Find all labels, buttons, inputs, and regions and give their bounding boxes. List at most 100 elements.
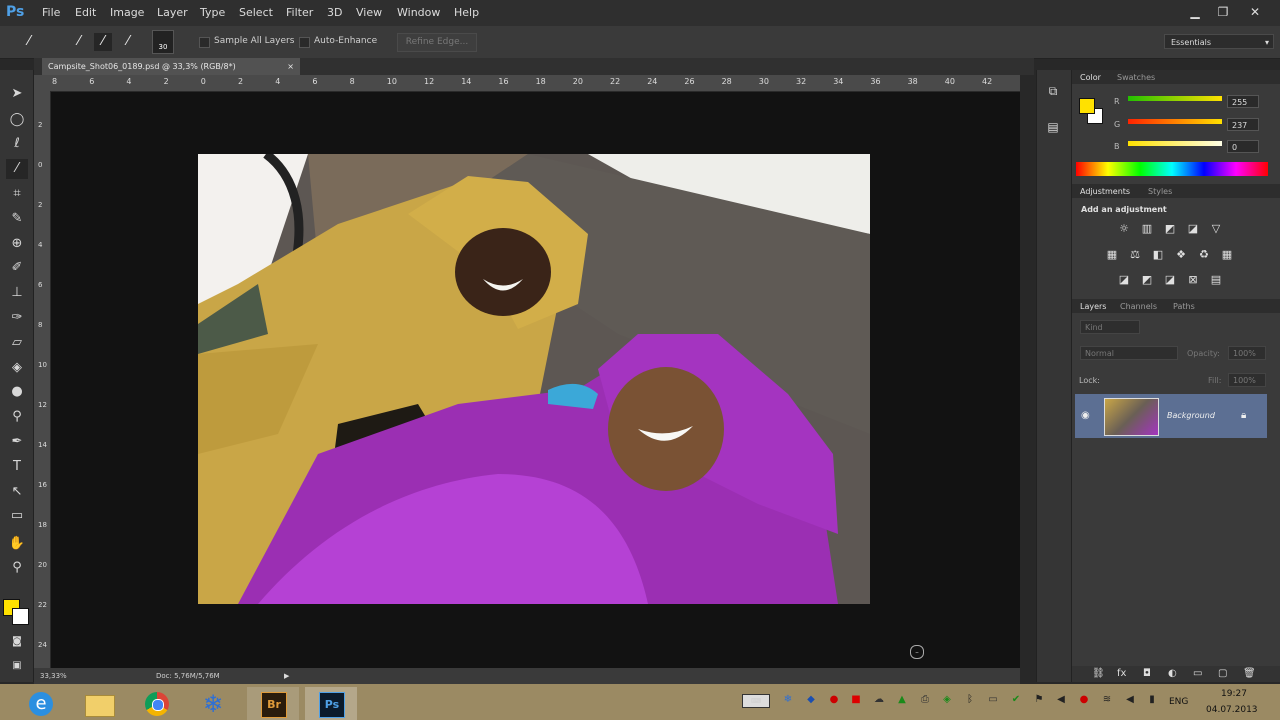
new-adjustment-icon[interactable]: ◐ [1168, 668, 1177, 679]
color-fg-swatch[interactable] [1079, 98, 1095, 114]
restore-icon[interactable]: ❐ [1212, 3, 1234, 21]
tray-green-icon[interactable]: ▲ [896, 694, 908, 706]
gradient-map-icon[interactable]: ▽ [1209, 223, 1223, 235]
exposure-icon[interactable]: ◪ [1186, 223, 1200, 235]
link-layers-icon[interactable]: ⛓ [1092, 668, 1105, 679]
refine-edge-button[interactable]: Refine Edge... [397, 33, 477, 52]
tray-snowflake-icon[interactable]: ❄ [782, 694, 794, 706]
color-spectrum-bar[interactable] [1076, 162, 1268, 176]
photo-filter-icon[interactable]: ❖ [1174, 249, 1188, 261]
hue-saturation-icon[interactable]: ▤ [1209, 274, 1223, 286]
blend-mode-select[interactable]: Normal [1080, 346, 1178, 360]
menu-image[interactable]: Image [110, 6, 144, 19]
quick-selection-tool-icon[interactable]: ⁄ [6, 159, 28, 179]
menu-filter[interactable]: Filter [286, 6, 313, 19]
tray-print-icon[interactable]: ⎙ [919, 694, 931, 706]
marquee-tool-icon[interactable]: ◯ [6, 110, 28, 130]
background-color-swatch[interactable] [12, 608, 29, 625]
levels-icon[interactable]: ▥ [1140, 223, 1154, 235]
sample-all-layers-checkbox[interactable] [199, 37, 210, 48]
g-value[interactable]: 237 [1227, 118, 1259, 131]
menu-select[interactable]: Select [239, 6, 273, 19]
posterize-icon[interactable]: ◩ [1140, 274, 1154, 286]
brightness-contrast-icon[interactable]: ☼ [1117, 223, 1131, 235]
new-selection-icon[interactable]: ⁄ [70, 33, 88, 51]
tab-color[interactable]: Color [1080, 73, 1101, 82]
opacity-input[interactable]: 100% [1228, 346, 1266, 360]
path-selection-icon[interactable]: ↖ [6, 482, 28, 502]
workspace-switcher[interactable]: Essentials ▾ [1164, 34, 1274, 49]
tray-speaker-mute-icon[interactable]: ◀ [1055, 694, 1067, 706]
menu-window[interactable]: Window [397, 6, 440, 19]
tab-swatches[interactable]: Swatches [1117, 73, 1155, 82]
selective-color-icon[interactable]: ⊠ [1186, 274, 1200, 286]
properties-panel-icon[interactable]: ▤ [1044, 120, 1062, 138]
g-slider[interactable] [1128, 119, 1222, 124]
lasso-tool-icon[interactable]: ℓ [6, 134, 28, 154]
bluetooth-icon[interactable]: ᛒ [964, 694, 976, 706]
menu-edit[interactable]: Edit [75, 6, 96, 19]
auto-enhance-checkbox[interactable] [299, 37, 310, 48]
paint-bucket-icon[interactable]: ◈ [6, 358, 28, 378]
brush-size-picker[interactable]: 30 [152, 30, 174, 54]
history-brush-icon[interactable]: ✑ [6, 308, 28, 328]
brush-tool-icon[interactable]: ✐ [6, 258, 28, 278]
subtract-selection-icon[interactable]: ⁄ [119, 33, 137, 51]
tray-network-icon[interactable]: ◈ [941, 694, 953, 706]
color-balance-icon[interactable]: ⚖ [1128, 249, 1142, 261]
language-indicator[interactable]: ENG [1169, 697, 1188, 707]
b-value[interactable]: 0 [1227, 140, 1259, 153]
history-panel-icon[interactable]: ⧉ [1044, 84, 1062, 102]
tray-alert-icon[interactable]: ● [1078, 694, 1090, 706]
document-image[interactable] [198, 154, 870, 604]
tab-layers[interactable]: Layers [1080, 302, 1106, 311]
clock-time[interactable]: 19:27 [1221, 689, 1247, 699]
tab-adjustments[interactable]: Adjustments [1080, 187, 1130, 196]
curves-icon[interactable]: ◩ [1163, 223, 1177, 235]
menu-view[interactable]: View [356, 6, 382, 19]
healing-brush-icon[interactable]: ⊕ [6, 234, 28, 254]
close-tab-icon[interactable]: × [287, 58, 294, 75]
layer-name[interactable]: Background [1167, 411, 1215, 420]
close-icon[interactable]: ✕ [1244, 3, 1266, 21]
zoom-tool-icon[interactable]: ⚲ [6, 558, 28, 578]
tray-wifi-icon[interactable]: ≋ [1101, 694, 1113, 706]
tab-channels[interactable]: Channels [1120, 302, 1157, 311]
tray-security-icon[interactable]: ● [828, 694, 840, 706]
clone-stamp-icon[interactable]: ⊥ [6, 283, 28, 303]
screen-mode-icon[interactable]: ▣ [6, 656, 28, 676]
clock-date[interactable]: 04.07.2013 [1206, 705, 1258, 715]
quick-mask-icon[interactable]: ◙ [6, 632, 28, 652]
menu-3d[interactable]: 3D [327, 6, 342, 19]
minimize-icon[interactable]: ▁ [1184, 3, 1206, 21]
new-layer-icon[interactable]: ▢ [1218, 668, 1227, 679]
snowflake-app-icon[interactable]: ❄ [189, 687, 241, 720]
quick-selection-preset-icon[interactable]: ⁄ [20, 33, 38, 51]
hand-tool-icon[interactable]: ✋ [6, 534, 28, 554]
menu-file[interactable]: File [42, 6, 60, 19]
eyedropper-tool-icon[interactable]: ✎ [6, 209, 28, 229]
bridge-icon[interactable]: Br [247, 687, 299, 720]
layer-kind-filter[interactable]: Kind [1080, 320, 1140, 334]
tray-flag-icon[interactable]: ⚑ [1033, 694, 1045, 706]
r-value[interactable]: 255 [1227, 95, 1259, 108]
new-group-icon[interactable]: ▭ [1193, 668, 1202, 679]
type-tool-icon[interactable]: T [6, 457, 28, 477]
menu-help[interactable]: Help [454, 6, 479, 19]
b-slider[interactable] [1128, 141, 1222, 146]
shape-tool-icon[interactable]: ▭ [6, 506, 28, 526]
menu-type[interactable]: Type [200, 6, 225, 19]
eraser-tool-icon[interactable]: ▱ [6, 333, 28, 353]
black-white-icon[interactable]: ◧ [1151, 249, 1165, 261]
document-tab[interactable]: Campsite_Shot06_0189.psd @ 33,3% (RGB/8*… [42, 58, 300, 75]
menu-layer[interactable]: Layer [157, 6, 188, 19]
status-menu-arrow-icon[interactable]: ▶ [284, 668, 289, 684]
photoshop-taskbar-icon[interactable]: Ps [305, 687, 357, 720]
delete-layer-icon[interactable]: 🗑︎ [1243, 668, 1256, 679]
invert-icon[interactable]: ◪ [1117, 274, 1131, 286]
volume-icon[interactable]: ◀ [1124, 694, 1136, 706]
blur-tool-icon[interactable]: ● [6, 382, 28, 402]
battery-icon[interactable]: ▮ [1146, 694, 1158, 706]
eye-icon[interactable]: ◉ [1081, 410, 1093, 422]
channel-mixer-icon[interactable]: ♻ [1197, 249, 1211, 261]
